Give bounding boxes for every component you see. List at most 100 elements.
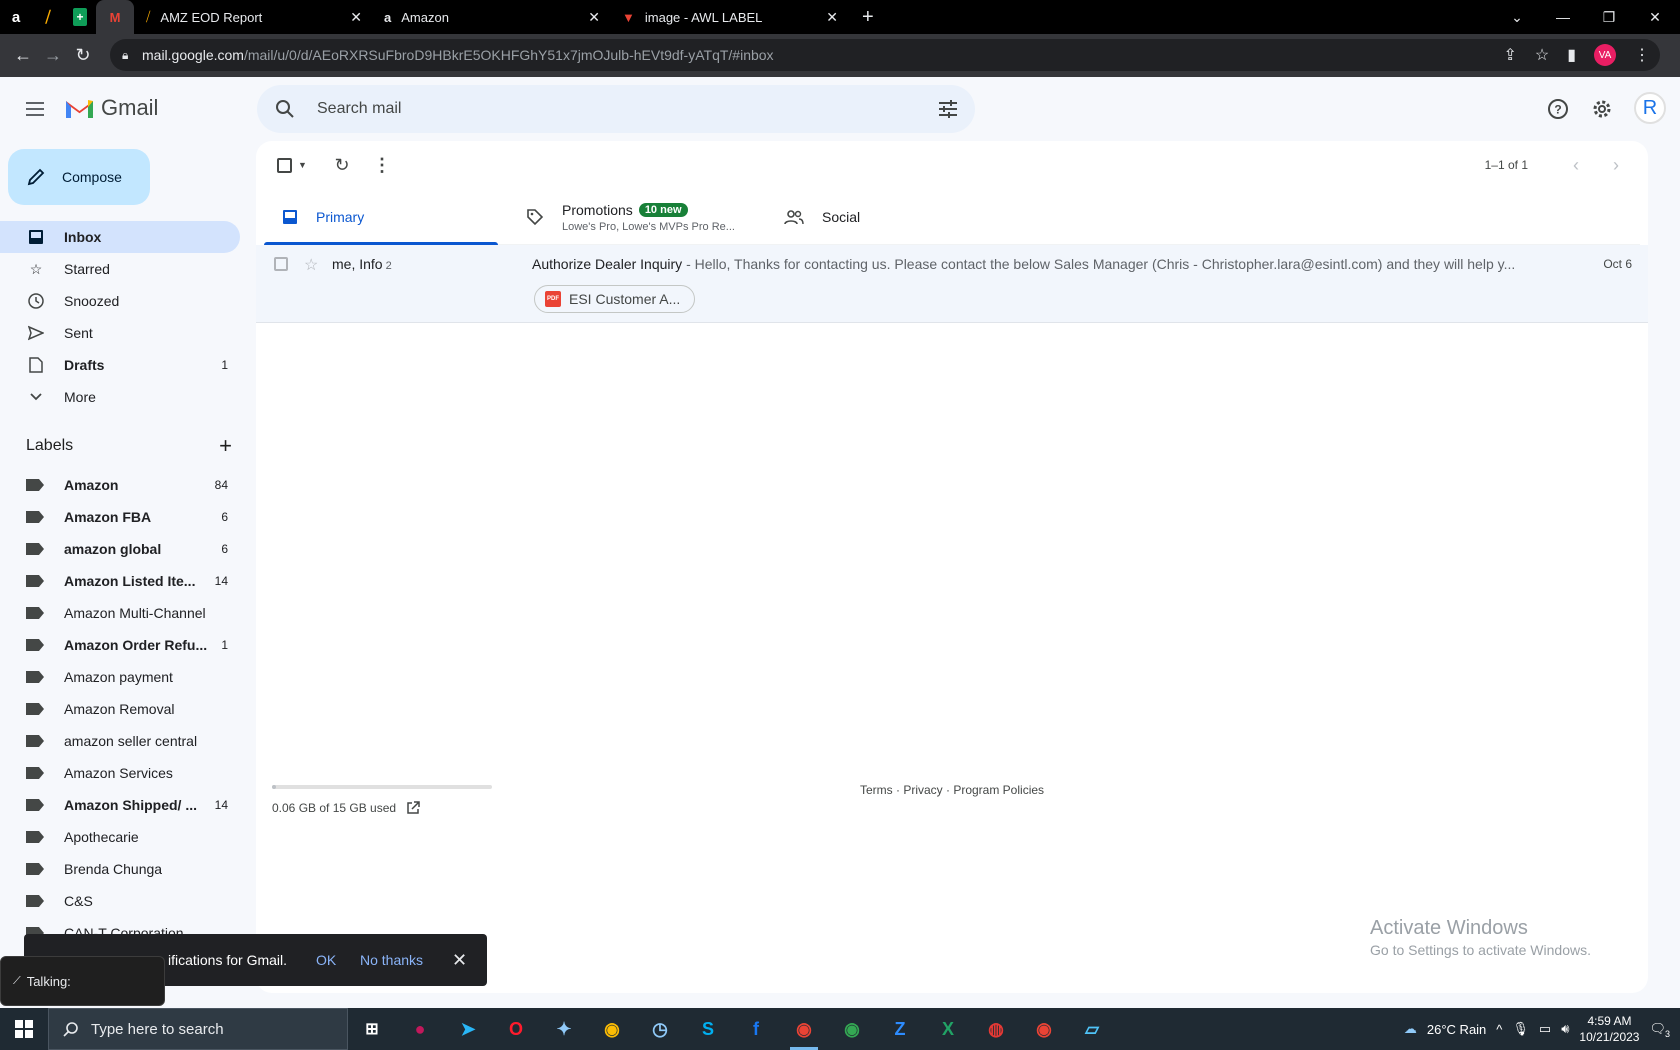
add-label-icon[interactable]: + xyxy=(219,435,232,457)
sheets-pinned-tab[interactable]: + xyxy=(64,0,96,34)
chrome-icon[interactable]: ◉ xyxy=(1020,1008,1068,1050)
label-item[interactable]: Amazon Order Refu... 1 xyxy=(0,629,240,661)
app-icon[interactable]: ◍ xyxy=(972,1008,1020,1050)
tab-amz-eod-report[interactable]: ⧸ AMZ EOD Report ✕ xyxy=(134,0,372,34)
chrome-icon[interactable]: ◉ xyxy=(588,1008,636,1050)
email-checkbox[interactable] xyxy=(274,257,288,271)
label-item[interactable]: Amazon FBA 6 xyxy=(0,501,240,533)
attachment-chip[interactable]: PDF ESI Customer A... xyxy=(534,285,696,313)
chrome-profile-w-icon[interactable]: ◉ xyxy=(828,1008,876,1050)
sidebar-item-starred[interactable]: ☆ Starred xyxy=(0,253,240,285)
close-icon[interactable]: ✕ xyxy=(826,9,838,26)
skype-icon[interactable]: S xyxy=(684,1008,732,1050)
sidebar-item-sent[interactable]: Sent xyxy=(0,317,240,349)
label-item[interactable]: Amazon Services xyxy=(0,757,240,789)
chrome-profile-va-icon[interactable]: ◉ xyxy=(780,1008,828,1050)
tab-social[interactable]: Social xyxy=(784,189,984,245)
zoho-pinned-tab[interactable]: ⧸ xyxy=(32,0,64,34)
chevron-up-icon[interactable]: ^ xyxy=(1496,1022,1502,1037)
side-panel-icon[interactable]: ▮ xyxy=(1567,45,1576,65)
tab-awl-label[interactable]: ▼ image - AWL LABEL ✕ xyxy=(610,0,848,34)
amazon-pinned-tab[interactable]: a xyxy=(0,0,32,34)
tab-primary[interactable]: Primary xyxy=(264,189,498,245)
close-icon[interactable]: ✕ xyxy=(350,9,362,26)
caret-down-icon[interactable]: ▼ xyxy=(298,160,307,170)
help-icon[interactable]: ? xyxy=(1542,93,1574,125)
more-vert-icon[interactable]: ⋮ xyxy=(370,153,394,177)
weather-icon[interactable]: ☁ xyxy=(1404,1021,1417,1037)
label-item[interactable]: Brenda Chunga xyxy=(0,853,240,885)
profile-avatar[interactable]: VA xyxy=(1594,44,1616,66)
account-avatar[interactable]: R xyxy=(1634,92,1666,124)
app-icon[interactable]: ✦ xyxy=(540,1008,588,1050)
label-item[interactable]: amazon seller central xyxy=(0,725,240,757)
task-view-icon[interactable]: ⊞ xyxy=(348,1008,396,1050)
tab-search-icon[interactable]: ⌄ xyxy=(1494,0,1540,34)
share-icon[interactable]: ⇪ xyxy=(1503,45,1516,65)
search-options-icon[interactable] xyxy=(937,98,959,120)
microphone-icon[interactable]: 🎙︎ xyxy=(1512,1021,1529,1037)
sidebar-item-snoozed[interactable]: Snoozed xyxy=(0,285,240,317)
label-item[interactable]: Amazon Removal xyxy=(0,693,240,725)
opera-icon[interactable]: O xyxy=(492,1008,540,1050)
gmail-tab[interactable]: M xyxy=(96,0,134,34)
chevron-left-icon[interactable]: ‹ xyxy=(1564,153,1588,177)
taskbar-search[interactable]: Type here to search xyxy=(48,1008,348,1050)
close-window-button[interactable]: ✕ xyxy=(1632,0,1678,34)
clock-app-icon[interactable]: ◷ xyxy=(636,1008,684,1050)
close-icon[interactable]: ✕ xyxy=(588,9,600,26)
bookmark-star-icon[interactable]: ☆ xyxy=(1535,45,1549,65)
sidebar-item-more[interactable]: More xyxy=(0,381,240,413)
search-bar[interactable]: Search mail xyxy=(257,85,975,133)
footer-links[interactable]: Terms · Privacy · Program Policies xyxy=(860,783,1044,797)
open-in-new-icon[interactable] xyxy=(406,801,420,815)
sidebar-item-drafts[interactable]: Drafts 1 xyxy=(0,349,240,381)
refresh-icon[interactable]: ↻ xyxy=(330,153,354,177)
tab-amazon[interactable]: a Amazon ✕ xyxy=(372,0,610,34)
label-item[interactable]: Amazon Shipped/ ... 14 xyxy=(0,789,240,821)
facebook-icon[interactable]: f xyxy=(732,1008,780,1050)
reload-button[interactable]: ↻ xyxy=(68,41,98,71)
email-row[interactable]: ☆ me, Info 2 Authorize Dealer Inquiry - H… xyxy=(256,245,1648,323)
label-item[interactable]: Amazon Multi-Channel xyxy=(0,597,240,629)
app-icon[interactable]: ➤ xyxy=(444,1008,492,1050)
compose-button[interactable]: Compose xyxy=(8,149,150,205)
restore-button[interactable]: ❐ xyxy=(1586,0,1632,34)
clock[interactable]: 4:59 AM 10/21/2023 xyxy=(1579,1013,1639,1045)
app-icon[interactable]: ● xyxy=(396,1008,444,1050)
notification-center-icon[interactable]: 🗨︎ 3 xyxy=(1649,1021,1670,1039)
volume-icon[interactable]: 🔊︎ xyxy=(1561,1021,1569,1037)
minimize-button[interactable]: — xyxy=(1540,0,1586,34)
network-icon[interactable]: ▭ xyxy=(1539,1021,1551,1037)
search-input[interactable]: Search mail xyxy=(317,100,401,118)
search-icon[interactable] xyxy=(275,99,295,119)
gmail-logo[interactable]: Gmail xyxy=(64,95,158,121)
settings-gear-icon[interactable] xyxy=(1586,93,1618,125)
label-item[interactable]: Amazon payment xyxy=(0,661,240,693)
chevron-right-icon[interactable]: › xyxy=(1604,153,1628,177)
chrome-menu-icon[interactable]: ⋮ xyxy=(1634,45,1650,65)
label-item[interactable]: Amazon 84 xyxy=(0,469,240,501)
tab-promotions[interactable]: Promotions 10 new Lowe's Pro, Lowe's MVP… xyxy=(526,189,756,245)
close-icon[interactable]: ✕ xyxy=(452,950,467,971)
back-button[interactable]: ← xyxy=(8,41,38,71)
forward-button[interactable]: → xyxy=(38,41,68,71)
zoom-icon[interactable]: Z xyxy=(876,1008,924,1050)
new-tab-button[interactable]: + xyxy=(848,0,888,34)
label-item[interactable]: Amazon Listed Ite... 14 xyxy=(0,565,240,597)
main-menu-icon[interactable] xyxy=(22,97,48,121)
select-all-checkbox[interactable]: ▼ xyxy=(274,153,310,177)
star-icon[interactable]: ☆ xyxy=(304,255,318,275)
weather-text[interactable]: 26°C Rain xyxy=(1427,1022,1486,1037)
label-item[interactable]: amazon global 6 xyxy=(0,533,240,565)
address-bar[interactable]: 🔒︎ mail.google.com/mail/u/0/d/AEoRXRSuFb… xyxy=(110,39,1660,71)
label-item[interactable]: C&S xyxy=(0,885,240,917)
start-button[interactable] xyxy=(0,1008,48,1050)
no-thanks-button[interactable]: No thanks xyxy=(360,952,423,968)
ok-button[interactable]: OK xyxy=(316,952,336,968)
excel-icon[interactable]: X xyxy=(924,1008,972,1050)
label-item[interactable]: Apothecarie xyxy=(0,821,240,853)
label-icon xyxy=(26,831,44,843)
notepad-icon[interactable]: ▱ xyxy=(1068,1008,1116,1050)
sidebar-item-inbox[interactable]: Inbox xyxy=(0,221,240,253)
